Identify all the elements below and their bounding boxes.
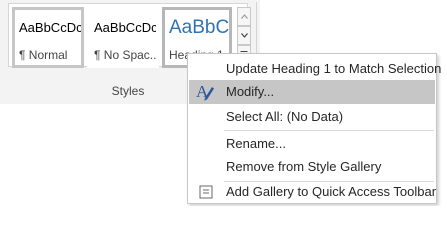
- menu-label-modify: Modify...: [226, 84, 275, 99]
- menu-label-select-all: Select All: (No Data): [226, 109, 344, 124]
- style-context-menu: Update Heading 1 to Match Selection A Mo…: [187, 53, 441, 204]
- menu-item-update-heading[interactable]: Update Heading 1 to Match Selection: [189, 57, 441, 81]
- gallery-scroll-down-button[interactable]: [237, 26, 251, 45]
- menu-item-modify[interactable]: A Modify...: [189, 80, 435, 104]
- menu-label-rename: Rename...: [226, 136, 286, 151]
- style-sample-normal: AaBbCcDc: [19, 20, 83, 35]
- style-sample-no-spacing: AaBbCcDc: [94, 20, 158, 35]
- menu-separator: [224, 130, 434, 131]
- style-name-no-spacing: ¶ No Spac...: [94, 48, 159, 62]
- style-name-normal: ¶ Normal: [19, 48, 68, 62]
- quick-access-toolbar-icon: [199, 185, 213, 199]
- menu-label-remove-from-gallery: Remove from Style Gallery: [226, 159, 382, 174]
- chevron-up-icon: [240, 14, 248, 19]
- style-tile-no-spacing[interactable]: AaBbCcDc ¶ No Spac...: [87, 7, 159, 68]
- style-sample-heading-1: AaBbCc: [169, 17, 232, 38]
- style-tile-normal[interactable]: AaBbCcDc ¶ Normal: [12, 7, 84, 68]
- menu-item-add-gallery-qat[interactable]: Add Gallery to Quick Access Toolbar: [189, 180, 437, 204]
- word-styles-context-screen: AaBbCcDc ¶ Normal AaBbCcDc ¶ No Spac... …: [0, 0, 447, 206]
- menu-item-remove-from-gallery[interactable]: Remove from Style Gallery: [189, 155, 435, 179]
- menu-item-rename[interactable]: Rename...: [189, 132, 435, 156]
- menu-label-update-heading: Update Heading 1 to Match Selection: [226, 61, 442, 76]
- menu-label-add-gallery-qat: Add Gallery to Quick Access Toolbar: [226, 184, 437, 199]
- menu-item-select-all[interactable]: Select All: (No Data): [189, 105, 435, 129]
- gallery-scroll-up-button[interactable]: [237, 7, 251, 26]
- style-modify-icon: A: [196, 82, 214, 101]
- chevron-down-icon: [240, 33, 248, 38]
